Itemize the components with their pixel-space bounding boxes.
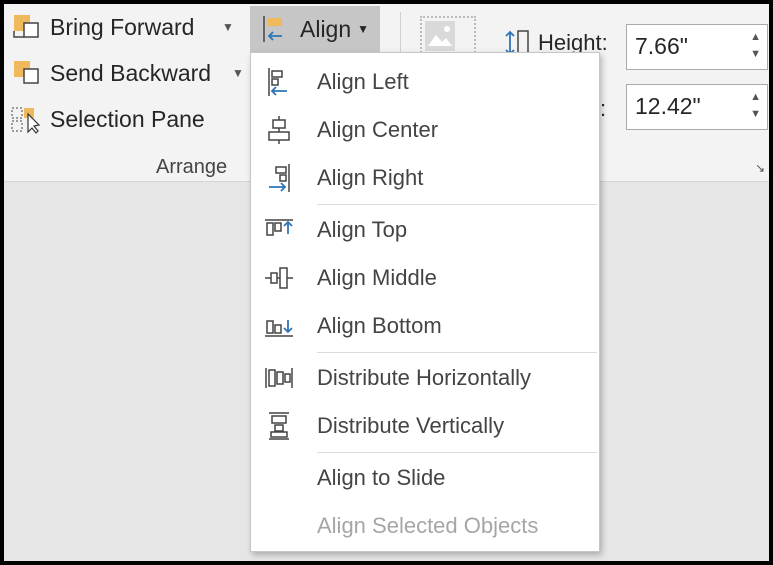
menu-item-distribute-horizontally[interactable]: Distribute Horizontally: [251, 355, 599, 401]
menu-separator: [317, 452, 597, 453]
align-top-icon: [263, 214, 295, 246]
app-window: Bring Forward ▼ Send Backward ▼ Selectio…: [4, 4, 769, 561]
dialog-launcher-icon[interactable]: ↘: [755, 161, 765, 175]
align-middle-icon: [263, 262, 295, 294]
width-label: :: [600, 96, 607, 121]
menu-item-align-middle[interactable]: Align Middle: [251, 255, 599, 301]
align-right-icon: [263, 162, 295, 194]
align-dropdown-icon: ▼: [357, 22, 370, 36]
align-dropdown-menu: Align Left Align Center Align Right Alig…: [250, 52, 600, 552]
height-input[interactable]: 7.66" ▲ ▼: [626, 24, 768, 70]
align-bottom-icon: [263, 310, 295, 342]
width-spinner-icon[interactable]: ▲ ▼: [750, 89, 761, 123]
send-backward-icon: [10, 58, 44, 88]
align-icon: [260, 14, 294, 44]
menu-item-align-left[interactable]: Align Left: [251, 59, 599, 105]
align-label: Align: [300, 15, 352, 42]
selection-pane-button[interactable]: Selection Pane: [10, 102, 205, 136]
menu-item-align-bottom[interactable]: Align Bottom: [251, 303, 599, 349]
send-backward-dropdown-icon[interactable]: ▼: [232, 66, 244, 80]
width-input[interactable]: 12.42" ▲ ▼: [626, 84, 768, 130]
menu-separator: [317, 204, 597, 205]
menu-item-distribute-vertically[interactable]: Distribute Vertically: [251, 403, 599, 449]
align-center-icon: [263, 114, 295, 146]
bring-forward-button[interactable]: Bring Forward ▼: [10, 10, 234, 44]
bring-forward-label: Bring Forward: [50, 13, 195, 40]
menu-item-align-center[interactable]: Align Center: [251, 107, 599, 153]
menu-item-align-selected-objects: Align Selected Objects: [317, 513, 539, 538]
selection-pane-label: Selection Pane: [50, 105, 205, 132]
menu-item-align-to-slide[interactable]: Align to Slide: [251, 455, 599, 501]
align-button[interactable]: Align ▼: [250, 6, 380, 52]
menu-item-align-top[interactable]: Align Top: [251, 207, 599, 253]
arrange-group-label: Arrange: [156, 156, 228, 178]
distribute-vertically-icon: [263, 410, 295, 442]
send-backward-label: Send Backward: [50, 59, 212, 86]
distribute-horizontally-icon: [263, 362, 295, 394]
menu-separator: [317, 352, 597, 353]
send-backward-button[interactable]: Send Backward ▼: [10, 56, 244, 90]
align-left-icon: [263, 66, 295, 98]
height-spinner-icon[interactable]: ▲ ▼: [750, 29, 761, 63]
bring-forward-dropdown-icon[interactable]: ▼: [222, 20, 234, 34]
selection-pane-icon: [10, 104, 44, 134]
menu-item-align-right[interactable]: Align Right: [251, 155, 599, 201]
bring-forward-icon: [10, 12, 44, 42]
